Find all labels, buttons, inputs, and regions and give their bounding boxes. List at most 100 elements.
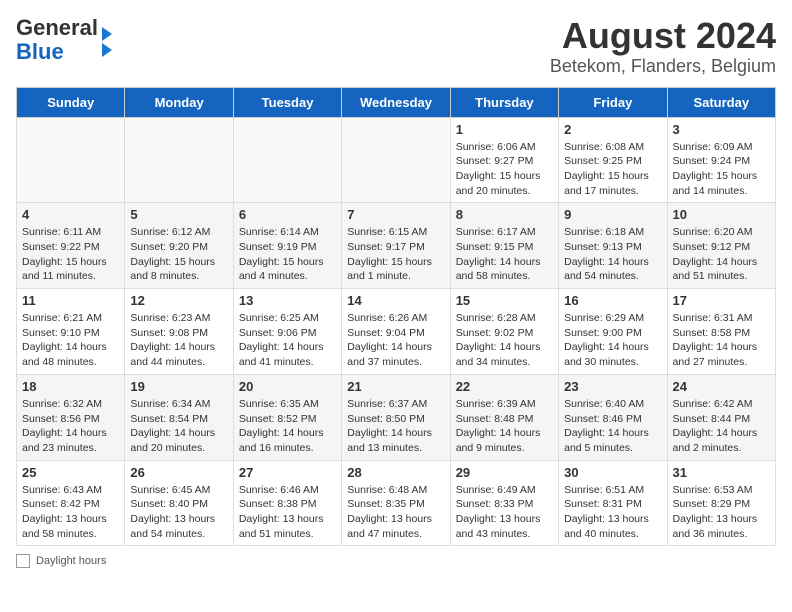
calendar-cell: 10 Sunrise: 6:20 AM Sunset: 9:12 PM Dayli… bbox=[667, 203, 775, 289]
day-info: Sunrise: 6:40 AM Sunset: 8:46 PM Dayligh… bbox=[564, 397, 661, 456]
day-info: Sunrise: 6:43 AM Sunset: 8:42 PM Dayligh… bbox=[22, 483, 119, 542]
calendar-table: SundayMondayTuesdayWednesdayThursdayFrid… bbox=[16, 87, 776, 547]
day-number: 10 bbox=[673, 207, 770, 222]
calendar-cell: 3 Sunrise: 6:09 AM Sunset: 9:24 PM Daylig… bbox=[667, 117, 775, 203]
day-number: 11 bbox=[22, 293, 119, 308]
calendar-cell: 14 Sunrise: 6:26 AM Sunset: 9:04 PM Dayli… bbox=[342, 289, 450, 375]
day-number: 18 bbox=[22, 379, 119, 394]
calendar-day-header: Thursday bbox=[450, 87, 558, 117]
day-number: 17 bbox=[673, 293, 770, 308]
calendar-cell bbox=[125, 117, 233, 203]
calendar-cell: 21 Sunrise: 6:37 AM Sunset: 8:50 PM Dayli… bbox=[342, 374, 450, 460]
daylight-label: Daylight hours bbox=[36, 555, 106, 567]
calendar-day-header: Wednesday bbox=[342, 87, 450, 117]
day-info: Sunrise: 6:14 AM Sunset: 9:19 PM Dayligh… bbox=[239, 225, 336, 284]
page-subtitle: Betekom, Flanders, Belgium bbox=[550, 56, 776, 77]
day-number: 30 bbox=[564, 465, 661, 480]
calendar-cell: 4 Sunrise: 6:11 AM Sunset: 9:22 PM Daylig… bbox=[17, 203, 125, 289]
calendar-cell: 9Sunrise: 6:18 AM Sunset: 9:13 PM Daylig… bbox=[559, 203, 667, 289]
day-number: 15 bbox=[456, 293, 553, 308]
day-info: Sunrise: 6:06 AM Sunset: 9:27 PM Dayligh… bbox=[456, 140, 553, 199]
calendar-day-header: Monday bbox=[125, 87, 233, 117]
day-info: Sunrise: 6:17 AM Sunset: 9:15 PM Dayligh… bbox=[456, 225, 553, 284]
calendar-cell: 12Sunrise: 6:23 AM Sunset: 9:08 PM Dayli… bbox=[125, 289, 233, 375]
day-info: Sunrise: 6:48 AM Sunset: 8:35 PM Dayligh… bbox=[347, 483, 444, 542]
calendar-cell: 30 Sunrise: 6:51 AM Sunset: 8:31 PM Dayli… bbox=[559, 460, 667, 546]
day-number: 14 bbox=[347, 293, 444, 308]
calendar-day-header: Saturday bbox=[667, 87, 775, 117]
day-info: Sunrise: 6:25 AM Sunset: 9:06 PM Dayligh… bbox=[239, 311, 336, 370]
calendar-cell: 1 Sunrise: 6:06 AM Sunset: 9:27 PM Daylig… bbox=[450, 117, 558, 203]
calendar-cell bbox=[233, 117, 341, 203]
day-info: Sunrise: 6:15 AM Sunset: 9:17 PM Dayligh… bbox=[347, 225, 444, 284]
calendar-week-row: 4 Sunrise: 6:11 AM Sunset: 9:22 PM Daylig… bbox=[17, 203, 776, 289]
calendar-cell: 8Sunrise: 6:17 AM Sunset: 9:15 PM Daylig… bbox=[450, 203, 558, 289]
calendar-week-row: 1 Sunrise: 6:06 AM Sunset: 9:27 PM Daylig… bbox=[17, 117, 776, 203]
day-info: Sunrise: 6:09 AM Sunset: 9:24 PM Dayligh… bbox=[673, 140, 770, 199]
day-number: 25 bbox=[22, 465, 119, 480]
day-info: Sunrise: 6:39 AM Sunset: 8:48 PM Dayligh… bbox=[456, 397, 553, 456]
calendar-week-row: 25 Sunrise: 6:43 AM Sunset: 8:42 PM Dayli… bbox=[17, 460, 776, 546]
day-info: Sunrise: 6:21 AM Sunset: 9:10 PM Dayligh… bbox=[22, 311, 119, 370]
calendar-cell: 15 Sunrise: 6:28 AM Sunset: 9:02 PM Dayli… bbox=[450, 289, 558, 375]
day-number: 29 bbox=[456, 465, 553, 480]
calendar-header-row: SundayMondayTuesdayWednesdayThursdayFrid… bbox=[17, 87, 776, 117]
day-number: 3 bbox=[673, 122, 770, 137]
day-number: 1 bbox=[456, 122, 553, 137]
day-info: Sunrise: 6:42 AM Sunset: 8:44 PM Dayligh… bbox=[673, 397, 770, 456]
day-info: Sunrise: 6:31 AM Sunset: 8:58 PM Dayligh… bbox=[673, 311, 770, 370]
calendar-cell: 2Sunrise: 6:08 AM Sunset: 9:25 PM Daylig… bbox=[559, 117, 667, 203]
calendar-cell bbox=[342, 117, 450, 203]
calendar-cell: 31 Sunrise: 6:53 AM Sunset: 8:29 PM Dayli… bbox=[667, 460, 775, 546]
logo-blue: Blue bbox=[16, 39, 64, 64]
calendar-cell: 19Sunrise: 6:34 AM Sunset: 8:54 PM Dayli… bbox=[125, 374, 233, 460]
day-info: Sunrise: 6:18 AM Sunset: 9:13 PM Dayligh… bbox=[564, 225, 661, 284]
day-info: Sunrise: 6:46 AM Sunset: 8:38 PM Dayligh… bbox=[239, 483, 336, 542]
calendar-day-header: Sunday bbox=[17, 87, 125, 117]
calendar-cell bbox=[17, 117, 125, 203]
day-number: 22 bbox=[456, 379, 553, 394]
day-info: Sunrise: 6:35 AM Sunset: 8:52 PM Dayligh… bbox=[239, 397, 336, 456]
calendar-cell: 25 Sunrise: 6:43 AM Sunset: 8:42 PM Dayli… bbox=[17, 460, 125, 546]
day-number: 7 bbox=[347, 207, 444, 222]
day-number: 26 bbox=[130, 465, 227, 480]
logo: General Blue bbox=[16, 16, 112, 64]
day-info: Sunrise: 6:32 AM Sunset: 8:56 PM Dayligh… bbox=[22, 397, 119, 456]
day-number: 24 bbox=[673, 379, 770, 394]
day-number: 4 bbox=[22, 207, 119, 222]
calendar-week-row: 11 Sunrise: 6:21 AM Sunset: 9:10 PM Dayli… bbox=[17, 289, 776, 375]
day-number: 27 bbox=[239, 465, 336, 480]
day-info: Sunrise: 6:12 AM Sunset: 9:20 PM Dayligh… bbox=[130, 225, 227, 284]
day-number: 23 bbox=[564, 379, 661, 394]
logo-general: General bbox=[16, 15, 98, 40]
page-header: General Blue August 2024 Betekom, Flande… bbox=[16, 16, 776, 77]
day-number: 31 bbox=[673, 465, 770, 480]
day-info: Sunrise: 6:37 AM Sunset: 8:50 PM Dayligh… bbox=[347, 397, 444, 456]
day-number: 21 bbox=[347, 379, 444, 394]
calendar-cell: 27 Sunrise: 6:46 AM Sunset: 8:38 PM Dayli… bbox=[233, 460, 341, 546]
day-number: 16 bbox=[564, 293, 661, 308]
calendar-day-header: Friday bbox=[559, 87, 667, 117]
calendar-cell: 11 Sunrise: 6:21 AM Sunset: 9:10 PM Dayli… bbox=[17, 289, 125, 375]
calendar-cell: 22 Sunrise: 6:39 AM Sunset: 8:48 PM Dayli… bbox=[450, 374, 558, 460]
day-number: 28 bbox=[347, 465, 444, 480]
day-info: Sunrise: 6:20 AM Sunset: 9:12 PM Dayligh… bbox=[673, 225, 770, 284]
calendar-cell: 7 Sunrise: 6:15 AM Sunset: 9:17 PM Daylig… bbox=[342, 203, 450, 289]
calendar-cell: 6Sunrise: 6:14 AM Sunset: 9:19 PM Daylig… bbox=[233, 203, 341, 289]
day-info: Sunrise: 6:53 AM Sunset: 8:29 PM Dayligh… bbox=[673, 483, 770, 542]
day-info: Sunrise: 6:34 AM Sunset: 8:54 PM Dayligh… bbox=[130, 397, 227, 456]
day-info: Sunrise: 6:11 AM Sunset: 9:22 PM Dayligh… bbox=[22, 225, 119, 284]
calendar-cell: 29 Sunrise: 6:49 AM Sunset: 8:33 PM Dayli… bbox=[450, 460, 558, 546]
calendar-cell: 5Sunrise: 6:12 AM Sunset: 9:20 PM Daylig… bbox=[125, 203, 233, 289]
calendar-cell: 17 Sunrise: 6:31 AM Sunset: 8:58 PM Dayli… bbox=[667, 289, 775, 375]
calendar-day-header: Tuesday bbox=[233, 87, 341, 117]
footer: Daylight hours bbox=[16, 554, 776, 568]
day-info: Sunrise: 6:26 AM Sunset: 9:04 PM Dayligh… bbox=[347, 311, 444, 370]
day-info: Sunrise: 6:28 AM Sunset: 9:02 PM Dayligh… bbox=[456, 311, 553, 370]
daylight-legend-box bbox=[16, 554, 30, 568]
day-info: Sunrise: 6:51 AM Sunset: 8:31 PM Dayligh… bbox=[564, 483, 661, 542]
calendar-cell: 24 Sunrise: 6:42 AM Sunset: 8:44 PM Dayli… bbox=[667, 374, 775, 460]
day-info: Sunrise: 6:49 AM Sunset: 8:33 PM Dayligh… bbox=[456, 483, 553, 542]
day-number: 12 bbox=[130, 293, 227, 308]
page-title: August 2024 bbox=[550, 16, 776, 56]
